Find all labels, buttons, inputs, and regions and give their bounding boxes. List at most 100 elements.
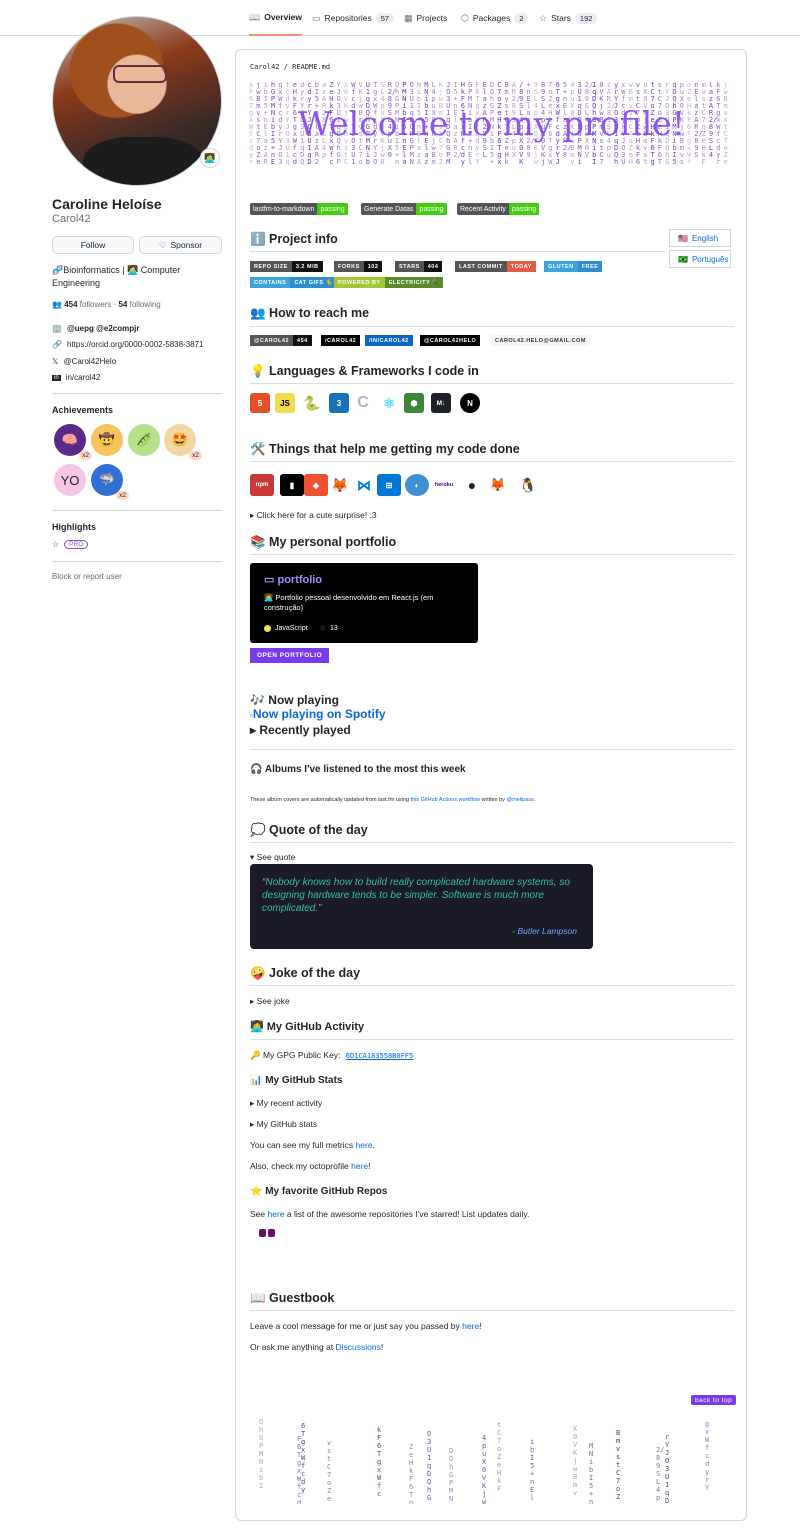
- matrix-glyph-column: MNibI5+nE: [589, 1442, 594, 1504]
- avatar-jacket: [83, 137, 203, 185]
- book-icon: 📖: [249, 11, 261, 22]
- follow-button[interactable]: Follow: [52, 236, 134, 254]
- tab-overview[interactable]: 📖 Overview: [249, 0, 303, 36]
- tab-packages[interactable]: ⬡ Packages 2: [461, 0, 529, 36]
- guestbook-link[interactable]: here: [462, 1321, 479, 1331]
- star-icon: ☆: [539, 12, 548, 23]
- vscode-icon: ⋈: [352, 474, 376, 496]
- lang-portuguese-link[interactable]: 🇧🇷 Português: [669, 250, 731, 268]
- workflow-badge-lastfm[interactable]: lastfm-to-markdown passing: [250, 203, 348, 215]
- badge-linkedin[interactable]: /IN/CAROL42: [365, 335, 413, 346]
- matrix-header-banner: jwBmvstC7oZe kF6TgxWfcdyr lazAR2/89SL4 mvst…: [249, 82, 734, 168]
- see-joke-toggle[interactable]: ▸ See joke: [250, 996, 290, 1007]
- badge-carol42[interactable]: /CAROL42: [321, 335, 361, 346]
- metrics-link[interactable]: here: [356, 1140, 373, 1150]
- divider: [250, 1039, 734, 1040]
- divider: [52, 561, 222, 562]
- tab-stars[interactable]: ☆ Stars 192: [539, 0, 598, 36]
- divider: [250, 985, 734, 986]
- matrix-glyph-column: 4puX0VKjw: [482, 1434, 487, 1504]
- metrics-line: You can see my full metrics here.: [250, 1140, 375, 1150]
- link-icon: 🔗: [52, 340, 62, 349]
- languages-heading: 💡 Languages & Frameworks I code in: [250, 364, 479, 378]
- css3-icon: 3: [329, 393, 349, 413]
- python-icon: 🐍: [302, 393, 322, 413]
- achievement-starstruck-icon[interactable]: 🤩 x2: [164, 424, 202, 460]
- author-link[interactable]: @melipass: [507, 797, 534, 803]
- repo-icon: ▭: [264, 574, 275, 586]
- matrix-glyph-column: vstC7oZeH: [327, 1439, 332, 1504]
- badge-repo-size[interactable]: REPO SIZE 3.2 MIB: [250, 261, 323, 272]
- see-quote-toggle[interactable]: ▾ See quote: [250, 852, 295, 863]
- avatar: [52, 16, 222, 186]
- matrix-glyph-column: 6TgxWfcdy: [301, 1422, 306, 1494]
- starred-list-link[interactable]: here: [268, 1209, 285, 1219]
- portfolio-repo-card[interactable]: ▭ portfolio 👩‍💻 Portfolio pessoal desenv…: [250, 563, 478, 643]
- linkedin-icon: in: [52, 374, 61, 381]
- spotify-now-playing-link[interactable]: ▫Now playing on Spotify: [250, 707, 386, 721]
- matrix-glyph-column: X0VKjwBmv: [573, 1425, 578, 1497]
- open-portfolio-button[interactable]: OPEN PORTFOLIO: [250, 648, 330, 663]
- badge-gluten-free[interactable]: GLUTEN FREE: [544, 261, 603, 272]
- highlights-title: Highlights: [52, 522, 96, 532]
- badge-powered-by[interactable]: POWERED BY ELECTRICITY 🔌: [334, 277, 444, 288]
- profile-name: Caroline Heloíse: [52, 196, 162, 212]
- achievement-shark-icon[interactable]: 🦈 x2: [91, 464, 129, 500]
- project-icon: ▦: [404, 12, 413, 23]
- achievement-galaxy-brain-icon[interactable]: 🧠 x2: [54, 424, 92, 460]
- albums-heading: 🎧 Albums I've listened to the most this …: [250, 764, 466, 775]
- surprise-toggle[interactable]: ▸ Click here for a cute surprise! :3: [250, 510, 377, 521]
- octoprofile-link[interactable]: here: [351, 1161, 368, 1171]
- tab-repositories[interactable]: ▭ Repositories 57: [312, 0, 395, 36]
- organization-icon: 🏢: [52, 324, 62, 333]
- achievement-yolo-icon[interactable]: YO: [54, 464, 86, 496]
- achievement-pull-shark-icon[interactable]: 🫛: [128, 424, 160, 456]
- badge-cat-gifs[interactable]: CONTAINS CAT GIFS 🐈: [250, 277, 337, 288]
- npm-icon: npm: [250, 474, 274, 496]
- matrix-glyph-column: DQhGPMNib: [449, 1447, 454, 1504]
- gpg-key-link[interactable]: 6D1CA183558B0FF5: [342, 1051, 417, 1061]
- divider: [250, 461, 734, 462]
- org-item: 🏢 @uepg @e2compjr: [52, 324, 140, 333]
- reach-heading: 👥 How to reach me: [250, 306, 370, 320]
- workflow-badge-generate-datas[interactable]: Generate Datas passing: [361, 203, 447, 215]
- workflow-link[interactable]: this GitHub Actions workflow: [411, 797, 480, 803]
- now-playing-heading: 🎶 Now playing: [250, 693, 339, 707]
- follow-counts: 👥 454 followers · 54 following: [52, 300, 161, 309]
- followers-link[interactable]: 454 followers: [64, 300, 111, 309]
- activity-heading: 👩‍💻 My GitHub Activity: [250, 1021, 365, 1033]
- badge-forks[interactable]: FORKS 102: [334, 261, 383, 272]
- br-flag-icon: 🇧🇷: [678, 254, 688, 264]
- block-report-link[interactable]: Block or report user: [52, 572, 222, 581]
- favorite-repos-line: See here a list of the awesome repositor…: [250, 1209, 530, 1219]
- html5-icon: 5: [250, 393, 270, 413]
- tab-projects[interactable]: ▦ Projects: [404, 0, 447, 36]
- matrix-glyph-column: O3U1qDQhG: [427, 1430, 432, 1502]
- discussions-link[interactable]: Discussions: [336, 1342, 381, 1352]
- badge-email[interactable]: CAROL42.HELO@GMAIL.COM: [491, 335, 590, 346]
- badge-stars[interactable]: STARS 404: [395, 261, 443, 272]
- react-icon: ⚛: [379, 393, 399, 413]
- linux-icon: 🐧: [516, 474, 540, 496]
- achievement-pair-extraordinaire-icon[interactable]: 🤠: [91, 424, 123, 456]
- recently-played-toggle[interactable]: ▸ Recently played: [250, 723, 351, 737]
- following-link[interactable]: 54 following: [118, 300, 160, 309]
- lang-english-link[interactable]: 🇺🇸 English: [669, 229, 731, 247]
- matrix-glyph-column: gxWfcdyrY: [705, 1420, 710, 1492]
- divider: [250, 749, 734, 750]
- star-icon: ☆: [319, 625, 326, 632]
- github-stats-toggle[interactable]: ▸ My GitHub stats: [250, 1119, 317, 1130]
- favorite-repos-heading: ⭐ My favorite GitHub Repos: [250, 1186, 388, 1197]
- status-emoji-icon[interactable]: 👩‍💻: [200, 148, 220, 168]
- profile-bio: 🧬Bioinformatics | 👩‍💻 Computer Engineeri…: [52, 265, 181, 288]
- badge-github-followers[interactable]: @CAROL42 454: [250, 335, 312, 346]
- sponsor-button[interactable]: ♡ Sponsor: [139, 236, 222, 254]
- divider: [250, 1310, 734, 1311]
- badge-twitter[interactable]: @CAROL42HELO: [420, 335, 481, 346]
- star-icon: ☆: [52, 540, 60, 549]
- workflow-badge-recent-activity[interactable]: Recent Activity passing: [457, 203, 540, 215]
- matrix-glyph-column: 2/89SL4pu: [656, 1446, 665, 1504]
- recent-activity-toggle[interactable]: ▸ My recent activity: [250, 1098, 322, 1109]
- back-to-top-button[interactable]: back to top: [691, 1395, 737, 1405]
- badge-last-commit[interactable]: LAST COMMIT TODAY: [455, 261, 536, 272]
